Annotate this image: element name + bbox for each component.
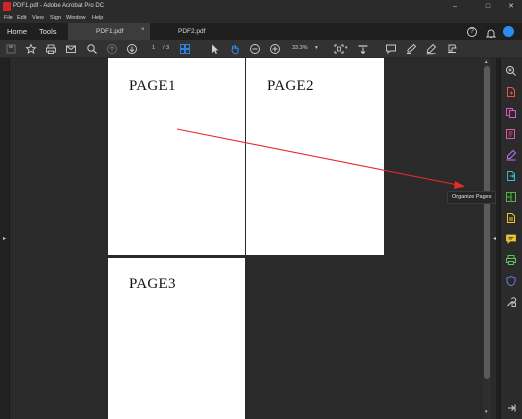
collapse-tools-pane-icon[interactable] bbox=[505, 402, 517, 414]
zoom-tool-icon[interactable] bbox=[505, 65, 517, 77]
scroll-down-arrow[interactable]: ▾ bbox=[485, 409, 488, 415]
organize-pages-icon[interactable] bbox=[505, 191, 517, 203]
scrollbar-thumb[interactable] bbox=[484, 66, 490, 379]
create-pdf-icon[interactable] bbox=[505, 86, 517, 98]
scan-ocr-icon[interactable] bbox=[505, 212, 517, 224]
collapse-right-pane-icon[interactable]: ◂ bbox=[493, 235, 496, 242]
fill-and-sign-icon[interactable] bbox=[505, 149, 517, 161]
export-pdf-icon[interactable] bbox=[505, 170, 517, 182]
organize-pages-tooltip: Organize Pages bbox=[447, 191, 497, 204]
combine-files-icon[interactable] bbox=[505, 107, 517, 119]
comment-tool-icon[interactable] bbox=[505, 233, 517, 245]
protect-shield-icon[interactable] bbox=[505, 275, 517, 287]
scroll-up-arrow[interactable]: ▴ bbox=[485, 59, 488, 65]
more-tools-icon[interactable] bbox=[505, 296, 517, 308]
edit-pdf-icon[interactable] bbox=[505, 128, 517, 140]
annotation-arrow bbox=[176, 128, 465, 189]
print-production-icon[interactable] bbox=[505, 254, 517, 266]
